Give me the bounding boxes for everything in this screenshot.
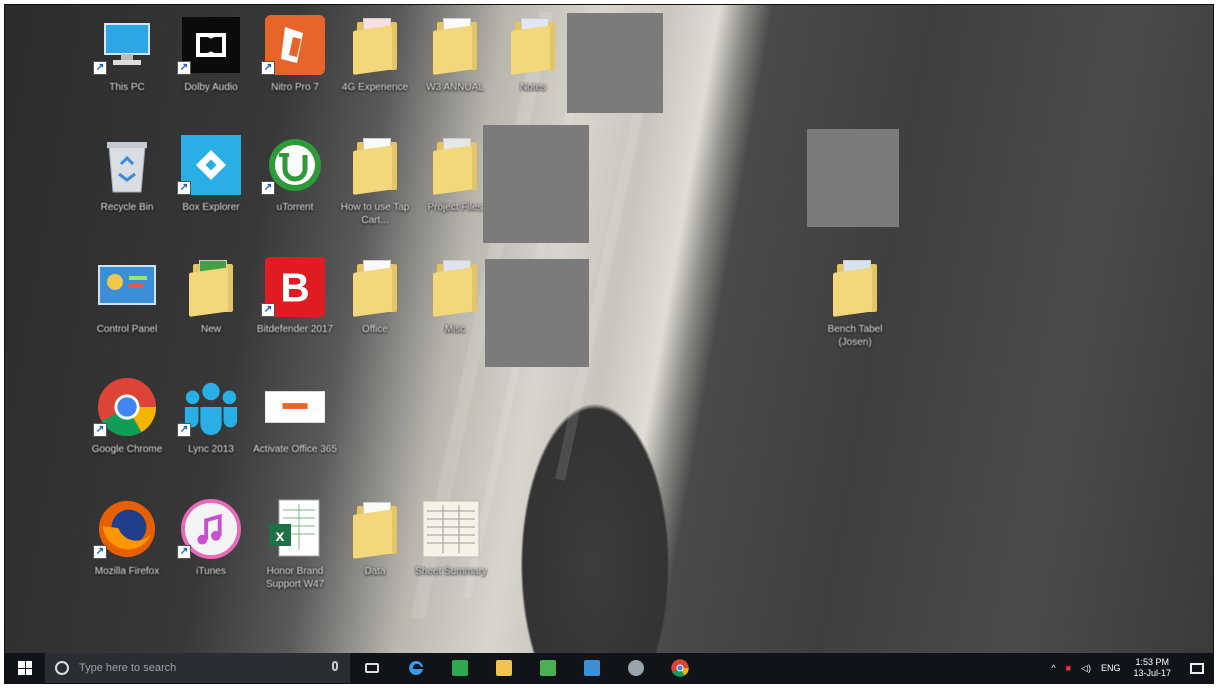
photos-icon xyxy=(452,660,468,676)
gray-app-icon xyxy=(628,660,644,676)
microphone-icon[interactable] xyxy=(332,661,338,671)
notification-icon xyxy=(1190,662,1204,674)
recycle-bin-icon[interactable]: Recycle Bin xyxy=(85,135,169,245)
desktop-icon-label: Sheet Summary xyxy=(415,566,487,577)
taskbar-app-green[interactable] xyxy=(526,653,570,683)
taskbar-edge[interactable] xyxy=(394,653,438,683)
dolby-audio-icon[interactable]: ↗ Dolby Audio xyxy=(169,15,253,125)
desktop-icon-label: Data xyxy=(364,566,386,577)
desktop-icon-label: New xyxy=(200,324,221,335)
desktop-icon-label: iTunes xyxy=(196,566,226,577)
desktop-icon-label: Office xyxy=(362,324,388,335)
spreadsheet-file-icon[interactable]: Sheet Summary xyxy=(409,499,493,609)
desktop-icon-label: Box Explorer xyxy=(182,202,240,213)
redacted-area xyxy=(567,13,663,113)
taskbar-chrome[interactable] xyxy=(658,653,702,683)
folder-icon[interactable]: Office xyxy=(333,257,417,367)
file-explorer-icon xyxy=(496,660,512,676)
redacted-area xyxy=(807,129,899,227)
nitro-pro-icon[interactable]: ↗ Nitro Pro 7 xyxy=(253,15,337,125)
taskbar-app-blue[interactable] xyxy=(570,653,614,683)
desktop-icon-label: Control Panel xyxy=(96,324,158,335)
clock-time: 1:53 PM xyxy=(1135,657,1169,667)
tray-chevron-icon[interactable]: ^ xyxy=(1051,663,1055,673)
task-view-button[interactable] xyxy=(350,653,394,683)
control-panel-icon[interactable]: Control Panel xyxy=(85,257,169,367)
desktop-icon-label: Honor Brand Support W47 xyxy=(265,566,325,590)
activate-office-icon[interactable]: Activate Office 365 xyxy=(253,377,337,487)
screenshot-frame: ↗ This PC ↗ Dolby Audio ↗ Nitro Pro 7 4G… xyxy=(4,4,1214,684)
desktop-icon-label: W3 ANNUAL xyxy=(426,82,484,93)
action-center-button[interactable] xyxy=(1179,653,1213,683)
box-explorer-icon[interactable]: ↗ Box Explorer xyxy=(169,135,253,245)
folder-icon[interactable]: Data xyxy=(333,499,417,609)
cortana-icon[interactable] xyxy=(55,661,69,675)
taskbar-app-gray[interactable] xyxy=(614,653,658,683)
this-pc-icon[interactable]: ↗ This PC xyxy=(85,15,169,125)
desktop-icon-label: Dolby Audio xyxy=(184,82,238,93)
folder-icon[interactable]: New xyxy=(169,257,253,367)
desktop-icon-label: How to use Tap Cart... xyxy=(340,202,410,226)
desktop-icon-label: Mozilla Firefox xyxy=(94,566,160,577)
folder-icon[interactable]: Notes xyxy=(491,15,575,125)
firefox-icon[interactable]: ↗ Mozilla Firefox xyxy=(85,499,169,609)
desktop-icon-label: Lync 2013 xyxy=(188,444,234,455)
desktop-icon-label: Bitdefender 2017 xyxy=(256,324,334,335)
desktop-icon-label: Bench Tabel (Josen) xyxy=(827,324,883,348)
blue-app-icon xyxy=(584,660,600,676)
folder-icon[interactable]: W3 ANNUAL xyxy=(413,15,497,125)
folder-icon[interactable]: 4G Experience xyxy=(333,15,417,125)
green-app-icon xyxy=(540,660,556,676)
taskbar: Type here to search ^ ■ ◁) ENG 1:53 PM 1… xyxy=(5,653,1213,683)
windows-logo-icon xyxy=(18,661,32,675)
taskbar-clock[interactable]: 1:53 PM 13-Jul-17 xyxy=(1133,657,1171,679)
edge-icon xyxy=(409,660,423,675)
start-button[interactable] xyxy=(5,653,45,683)
itunes-icon[interactable]: ↗ iTunes xyxy=(169,499,253,609)
redacted-area xyxy=(483,125,589,243)
excel-file-icon[interactable]: x Honor Brand Support W47 xyxy=(253,499,337,609)
taskbar-search-box[interactable]: Type here to search xyxy=(45,653,350,683)
chrome-icon xyxy=(671,659,689,677)
system-tray: ^ ■ ◁) ENG 1:53 PM 13-Jul-17 xyxy=(1046,653,1213,683)
desktop-icon-label: 4G Experience xyxy=(341,82,409,93)
folder-icon[interactable]: Bench Tabel (Josen) xyxy=(813,257,897,367)
redacted-area xyxy=(485,259,589,367)
bitdefender-icon[interactable]: B ↗ Bitdefender 2017 xyxy=(253,257,337,367)
desktop-icon-label: Activate Office 365 xyxy=(253,444,337,455)
folder-icon[interactable]: How to use Tap Cart... xyxy=(333,135,417,245)
lync-icon[interactable]: ↗ Lync 2013 xyxy=(169,377,253,487)
desktop-icon-label: uTorrent xyxy=(276,202,314,213)
language-indicator[interactable]: ENG xyxy=(1101,663,1121,673)
utorrent-icon[interactable]: ↗ uTorrent xyxy=(253,135,337,245)
desktop-icon-label: Google Chrome xyxy=(91,444,163,455)
svg-text:x: x xyxy=(276,528,285,545)
clock-date: 13-Jul-17 xyxy=(1133,668,1171,678)
search-placeholder: Type here to search xyxy=(79,662,177,674)
desktop-icon-label: This PC xyxy=(109,82,145,93)
svg-text:B: B xyxy=(280,265,309,311)
tray-app-icon[interactable]: ■ xyxy=(1066,663,1071,673)
taskbar-file-explorer[interactable] xyxy=(482,653,526,683)
desktop-icon-label: Nitro Pro 7 xyxy=(271,82,319,93)
desktop-icon-label: Notes xyxy=(519,82,547,93)
task-view-icon xyxy=(365,663,379,673)
desktop-icon-label: Recycle Bin xyxy=(100,202,154,213)
volume-icon[interactable]: ◁) xyxy=(1081,663,1091,674)
chrome-icon[interactable]: ↗ Google Chrome xyxy=(85,377,169,487)
taskbar-photos[interactable] xyxy=(438,653,482,683)
